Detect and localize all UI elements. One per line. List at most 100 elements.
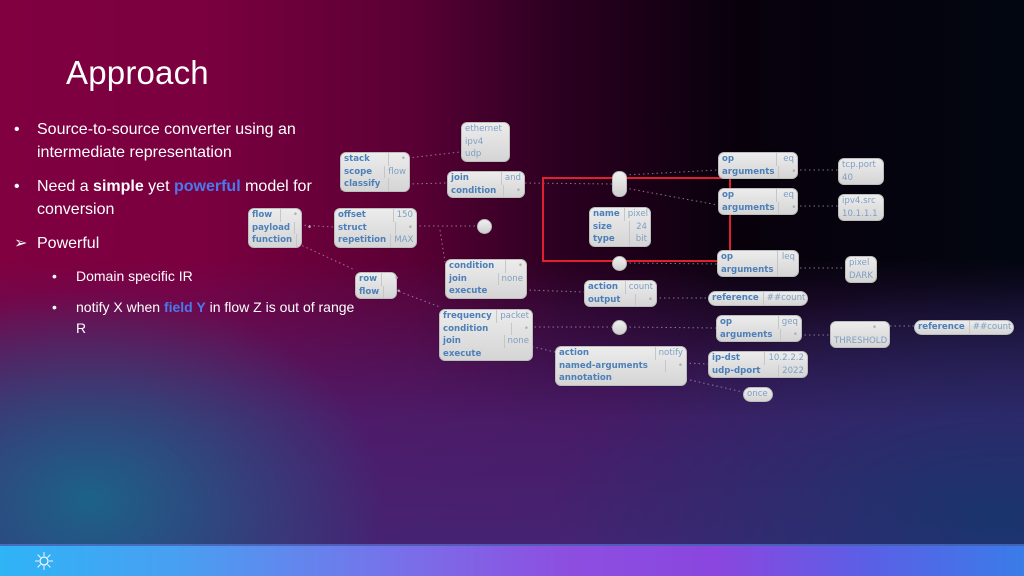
field-key: function [252,235,293,246]
node-ipv4-src[interactable]: ipv4.src 10.1.1.1 [838,194,884,222]
node-op-eq-tcp[interactable]: op eq arguments [718,152,799,180]
footer-bar [0,546,1024,576]
node-op-leq[interactable]: op leq arguments [717,250,799,278]
field-key: ip-dst [712,353,741,363]
node-field-row: once [744,388,772,401]
node-frequency[interactable]: frequency packet condition join none execu… [439,309,533,362]
node-field-row: condition [446,260,526,273]
node-field-row: arguments [719,165,799,179]
junction-capsule-node[interactable] [612,171,627,197]
field-value [777,263,798,277]
node-field-row: join none [440,335,532,348]
field-value: packet [496,310,532,323]
field-value: 10.1.1.1 [842,208,878,219]
field-key: name [593,209,620,219]
node-field-row: ethernet [462,123,509,136]
node-field-row: type bit [590,233,650,246]
node-action-count[interactable]: action count output [584,280,657,308]
field-value [395,221,416,235]
field-value [383,285,404,299]
field-value [280,209,301,222]
node-field-row: action notify [556,347,686,360]
node-field-row: name pixel [590,208,650,221]
node-protocol-stack[interactable]: ethernet ipv4 udp [461,122,510,162]
field-key: scope [344,166,373,177]
field-value [294,221,315,235]
bullet-marker: • [14,121,20,138]
node-flow-payload[interactable]: flow payload function [248,208,302,248]
node-threshold[interactable]: THRESHOLD [830,321,890,349]
node-tcp-port[interactable]: tcp.port 40 [838,158,884,186]
junction-node[interactable] [612,256,627,271]
field-key: named-arguments [559,360,648,371]
field-value: notify [654,347,686,360]
node-condition-join[interactable]: condition join none execute [445,259,527,299]
node-row-flow[interactable]: row flow [355,272,397,300]
field-value: THRESHOLD [834,335,888,346]
field-value: none [497,272,526,286]
field-value [388,178,409,191]
node-op-geq[interactable]: op geq arguments [716,315,802,343]
node-op-eq-ipv4[interactable]: op eq arguments [718,188,798,216]
node-field-row: flow [249,209,301,222]
field-key: offset [338,210,366,220]
node-ip-dst[interactable]: ip-dst 10.2.2.2 udp-dport 2022 [708,351,808,379]
sunburst-logo-icon [35,552,53,570]
node-field-row: output [585,293,656,307]
field-value: MAX [390,234,416,247]
field-value [635,293,656,307]
field-value: tcp.port [842,160,876,170]
node-action-notify[interactable]: action notify named-arguments annotation [555,346,687,386]
field-key: payload [252,222,291,233]
field-value: eq [776,153,797,166]
field-value: ##count [968,321,1013,334]
field-value [665,359,686,373]
node-field-row: size 24 [590,220,650,234]
node-field-row: function [249,234,301,247]
node-field-row: arguments [718,263,798,277]
node-field-row: pixel [846,257,876,270]
node-field-row: 10.1.1.1 [839,208,883,221]
node-field-row: DARK [846,270,876,283]
field-value: ##count [762,292,807,305]
node-field-row: ipv4 [462,136,509,149]
node-field-row: reference ##count [915,321,1013,334]
field-key: reference [712,293,759,303]
field-value: ipv4 [465,136,484,147]
field-value: DARK [849,270,873,281]
node-field-row: frequency packet [440,310,532,323]
node-field-row [831,322,889,335]
node-field-row: udp [462,148,509,161]
node-field-row: ip-dst 10.2.2.2 [709,352,807,365]
field-value: 40 [842,172,853,183]
junction-node[interactable] [612,320,627,335]
field-value [778,165,799,179]
junction-node[interactable] [477,219,492,234]
node-field-row: struct [335,221,416,235]
node-field-row: repetition MAX [335,234,416,247]
node-pixel-dark[interactable]: pixel DARK [845,256,877,284]
node-field-row: op eq [719,153,797,166]
node-reference-count-threshold[interactable]: reference ##count [914,320,1014,335]
node-pixel-struct[interactable]: name pixel size 24 type bit [589,207,651,247]
node-join-and[interactable]: join and condition [447,171,525,199]
field-key: join [449,273,467,284]
node-field-row: join none [446,272,526,286]
slide: Approach • Source-to-source converter us… [0,0,1024,576]
node-once[interactable]: once [743,387,773,402]
field-value [831,322,869,335]
field-key: action [588,282,618,292]
node-offset-struct[interactable]: offset 150 struct repetitionMAX [334,208,417,248]
field-value [511,322,532,336]
field-value: flow [384,165,409,179]
node-field-row: op leq [718,251,798,264]
field-value: ipv4.src [842,196,876,206]
node-reference-count[interactable]: reference ##count [708,291,808,306]
field-value [505,260,526,273]
field-key: condition [443,323,489,334]
bullet-text: notify X when field Y in flow Z is out o… [76,299,355,336]
field-key: output [588,294,621,305]
node-stack[interactable]: stack scope flow classify [340,152,410,192]
node-field-row: op eq [719,189,797,202]
node-field-row: op geq [717,316,801,329]
